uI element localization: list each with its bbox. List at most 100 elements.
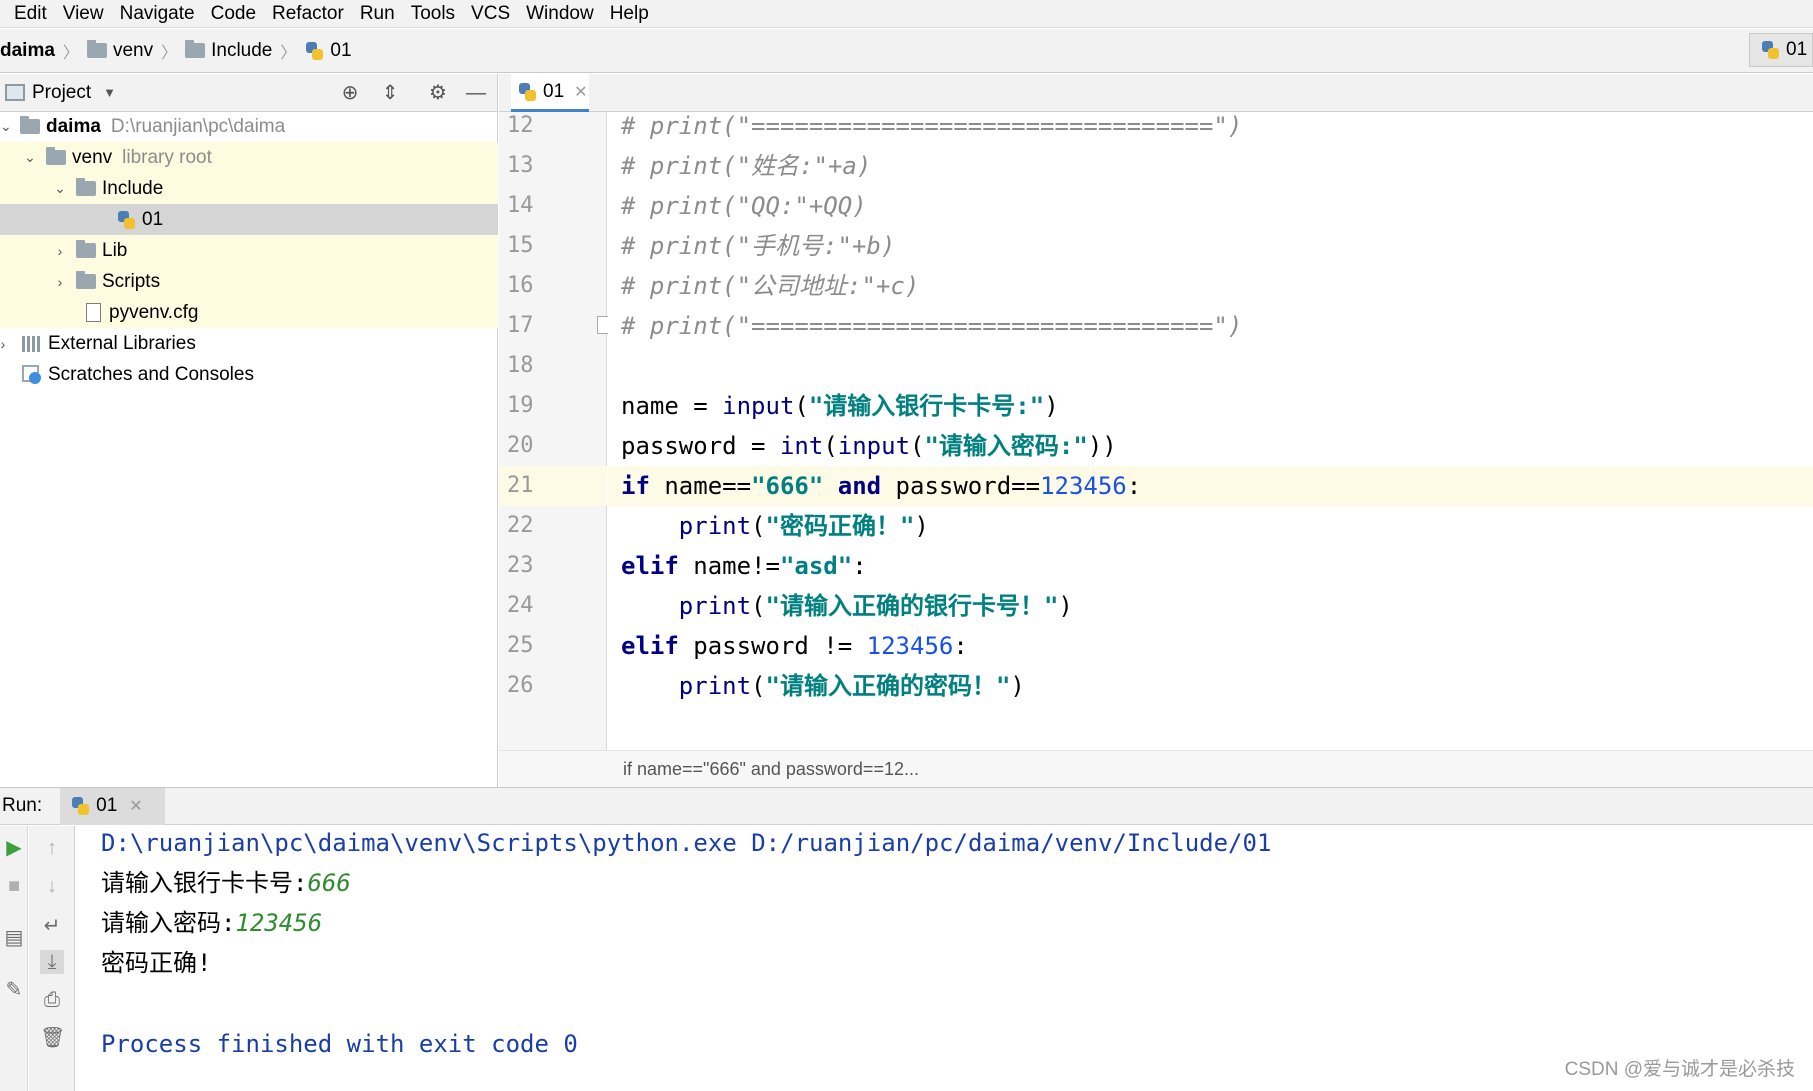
rerun-icon[interactable]: ▶ bbox=[2, 836, 26, 860]
collapse-all-icon[interactable]: ⇕ bbox=[378, 81, 402, 105]
tree-item-label: 01 bbox=[142, 208, 164, 230]
chevron-right-icon[interactable]: › bbox=[52, 274, 68, 290]
code-token: password== bbox=[881, 472, 1041, 500]
chevron-right-icon: 〉 bbox=[280, 44, 297, 62]
keyword-token: if bbox=[621, 472, 650, 500]
arrow-down-icon[interactable]: ↓ bbox=[40, 874, 64, 898]
folder-icon bbox=[86, 40, 107, 58]
console-user-input: 666 bbox=[307, 869, 351, 897]
code-token: : bbox=[953, 632, 968, 660]
folder-icon bbox=[76, 240, 96, 258]
keyword-token: elif bbox=[621, 632, 679, 660]
code-line: # print("姓名:"+a) bbox=[608, 146, 1813, 186]
run-tab-01[interactable]: 01 ✕ bbox=[60, 787, 166, 825]
scroll-to-end-icon[interactable]: ⤓ bbox=[40, 950, 64, 974]
code-line: print("密码正确！") bbox=[608, 506, 1813, 546]
code-editor[interactable]: # print("===============================… bbox=[608, 112, 1813, 750]
line-number: 15 bbox=[507, 233, 534, 258]
crumb-include[interactable]: Include bbox=[211, 40, 272, 62]
run-console-output[interactable]: D:\ruanjian\pc\daima\venv\Scripts\python… bbox=[76, 826, 1813, 1091]
line-number: 16 bbox=[507, 273, 534, 298]
code-token: ) bbox=[1044, 392, 1059, 420]
code-token: ) bbox=[914, 512, 929, 540]
chevron-down-icon[interactable]: ⌄ bbox=[0, 118, 12, 135]
comment: # print("===============================… bbox=[621, 112, 1243, 140]
menu-tools[interactable]: Tools bbox=[403, 0, 463, 28]
python-file-icon bbox=[517, 82, 537, 102]
code-token: password = bbox=[621, 432, 780, 460]
console-line: 请输入密码:123456 bbox=[101, 903, 322, 943]
arrow-up-icon[interactable]: ↑ bbox=[40, 836, 64, 860]
file-icon bbox=[86, 303, 101, 322]
crumb-venv[interactable]: venv bbox=[113, 40, 153, 62]
trash-icon[interactable]: 🗑 bbox=[40, 1026, 65, 1050]
console-output-line: 密码正确! bbox=[101, 949, 212, 977]
project-view-selector[interactable]: Project bbox=[32, 82, 91, 104]
menu-navigate[interactable]: Navigate bbox=[112, 0, 203, 28]
tree-item-label: Lib bbox=[102, 239, 128, 261]
line-number: 20 bbox=[507, 433, 534, 458]
chevron-down-icon[interactable]: ⌄ bbox=[22, 149, 38, 166]
code-line: # print("QQ:"+QQ) bbox=[608, 186, 1813, 226]
folder-icon bbox=[76, 178, 96, 196]
console-prompt: 请输入密码: bbox=[101, 909, 236, 937]
tree-item-label: daima bbox=[46, 115, 101, 137]
tree-item-label: venv bbox=[72, 146, 113, 168]
menu-run[interactable]: Run bbox=[352, 0, 403, 28]
builtin-token: input bbox=[837, 432, 911, 460]
close-icon[interactable]: ✕ bbox=[574, 82, 587, 102]
tree-item-daima[interactable]: ⌄ daima D:\ruanjian\pc\daima bbox=[0, 111, 498, 142]
code-token: : bbox=[1126, 472, 1142, 500]
tree-item-external-libraries[interactable]: › External Libraries bbox=[0, 328, 498, 359]
tree-item-file-01[interactable]: 01 bbox=[0, 204, 498, 235]
line-number: 23 bbox=[507, 553, 534, 578]
project-panel-header: Project ▼ ⊕ ⇕ ⚙ — bbox=[0, 74, 497, 112]
tree-item-lib[interactable]: › Lib bbox=[0, 235, 498, 266]
project-icon bbox=[5, 84, 25, 101]
run-label: Run: bbox=[2, 795, 43, 816]
menu-help[interactable]: Help bbox=[602, 0, 657, 28]
run-configuration-selector[interactable]: 01 bbox=[1749, 33, 1813, 67]
soft-wrap-icon[interactable]: ↵ bbox=[40, 914, 64, 938]
stop-icon[interactable]: ■ bbox=[2, 874, 26, 898]
minimize-icon[interactable]: — bbox=[464, 81, 488, 105]
crumb-file[interactable]: 01 bbox=[330, 40, 351, 62]
locate-icon[interactable]: ⊕ bbox=[338, 81, 362, 105]
menu-vcs[interactable]: VCS bbox=[463, 0, 518, 28]
chevron-right-icon[interactable]: › bbox=[0, 336, 6, 352]
tree-item-pyvenv-cfg[interactable]: pyvenv.cfg bbox=[0, 297, 498, 328]
close-icon[interactable]: ✕ bbox=[129, 796, 142, 816]
tree-item-scripts[interactable]: › Scripts bbox=[0, 266, 498, 297]
print-icon[interactable]: ⎙ bbox=[40, 988, 64, 1012]
tree-item-include[interactable]: ⌄ Include bbox=[0, 173, 498, 204]
menu-code[interactable]: Code bbox=[203, 0, 264, 28]
chevron-right-icon[interactable]: › bbox=[52, 243, 68, 259]
code-line: # print("手机号:"+b) bbox=[608, 226, 1813, 266]
menu-view[interactable]: View bbox=[55, 0, 112, 28]
string-token: "密码正确！" bbox=[765, 512, 915, 540]
tree-item-label: Scratches and Consoles bbox=[48, 363, 254, 385]
editor-breadcrumb[interactable]: if name=="666" and password==12... bbox=[499, 750, 1813, 787]
line-number: 18 bbox=[507, 353, 534, 378]
crumb-daima[interactable]: daima bbox=[0, 40, 55, 62]
console-line: 请输入银行卡卡号:666 bbox=[101, 863, 351, 903]
builtin-token: input bbox=[722, 392, 795, 420]
gear-icon[interactable]: ⚙ bbox=[426, 81, 450, 105]
code-token: ) bbox=[1010, 672, 1025, 700]
pin-icon[interactable]: ✎ bbox=[2, 978, 26, 1002]
menu-edit[interactable]: Edit bbox=[0, 0, 55, 28]
chevron-down-icon[interactable]: ▼ bbox=[103, 85, 116, 100]
folder-icon bbox=[76, 271, 96, 289]
line-number: 24 bbox=[507, 593, 534, 618]
code-line: elif name!="asd": bbox=[608, 546, 1813, 586]
chevron-down-icon[interactable]: ⌄ bbox=[52, 180, 68, 197]
layout-icon[interactable]: ▤ bbox=[2, 926, 26, 950]
folder-icon bbox=[46, 147, 66, 165]
code-token: name!= bbox=[678, 552, 780, 580]
tree-item-scratches[interactable]: Scratches and Consoles bbox=[0, 359, 498, 390]
menu-refactor[interactable]: Refactor bbox=[264, 0, 352, 28]
menu-window[interactable]: Window bbox=[518, 0, 602, 28]
tree-item-venv[interactable]: ⌄ venv library root bbox=[0, 142, 498, 173]
comment: # print("===============================… bbox=[621, 312, 1243, 340]
